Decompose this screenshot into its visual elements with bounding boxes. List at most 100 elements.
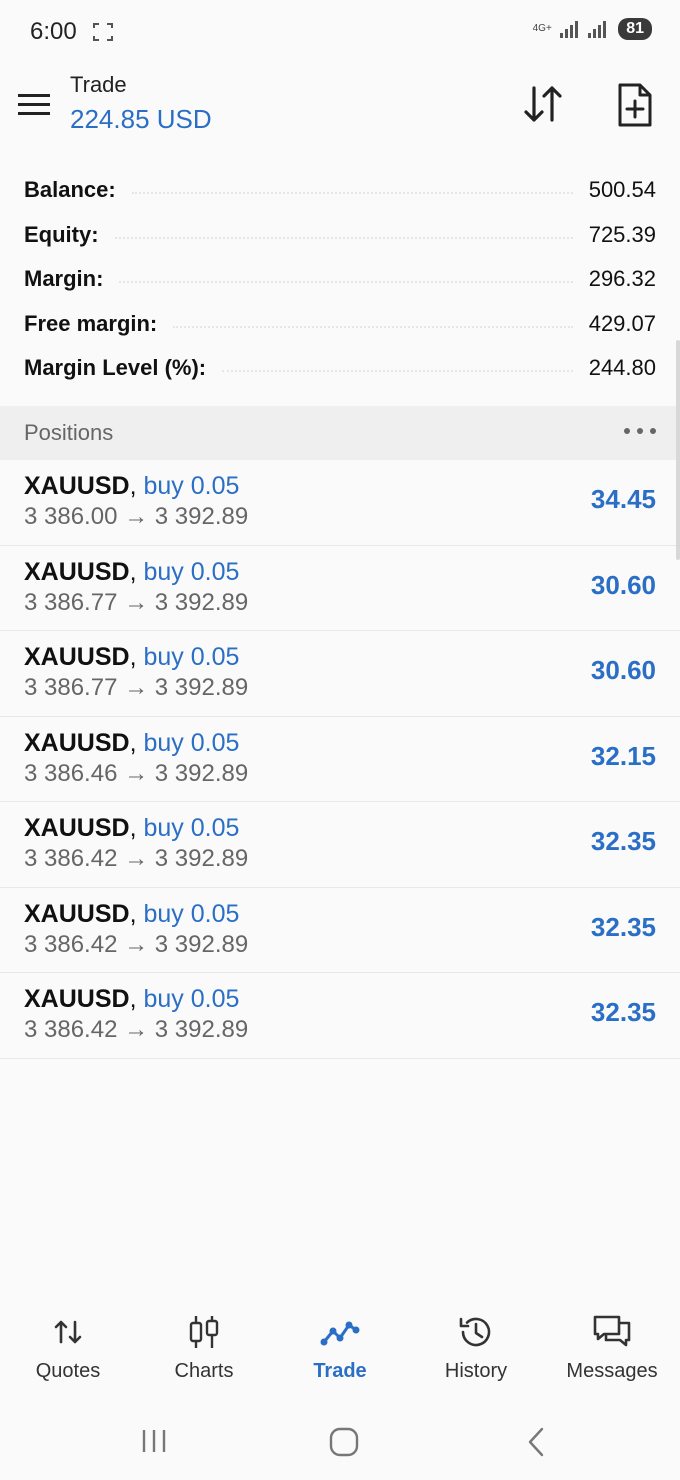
position-prices: 3 386.77 → 3 392.89 [24,588,249,616]
quotes-icon [54,1320,82,1344]
status-time: 6:00 [30,18,77,45]
positions-list: XAUUSD, buy 0.05 3 386.00 → 3 392.89 34.… [0,460,680,1059]
summary-row-margin-level: Margin Level (%): 244.80 [0,346,680,391]
position-side: buy 0.05 [143,643,240,671]
history-icon [459,1317,491,1347]
dotted-leader [173,325,573,328]
position-symbol: XAUUSD [24,557,130,586]
battery-indicator: 81 [618,18,652,40]
dotted-leader [114,236,573,239]
position-profit: 32.35 [590,826,656,856]
system-nav-bar [0,1410,680,1470]
summary-row-free-margin: Free margin: 429.07 [0,302,680,347]
position-row[interactable]: XAUUSD, buy 0.05 3 386.42 → 3 392.89 32.… [0,973,680,1059]
position-row[interactable]: XAUUSD, buy 0.05 3 386.77 → 3 392.89 30.… [0,631,680,717]
signal-icon [560,21,579,38]
nav-label: Messages [566,1360,658,1382]
account-summary: Balance: 500.54 Equity: 725.39 Margin: 2… [0,168,680,391]
messages-icon [593,1315,631,1347]
dotted-leader [131,192,573,195]
new-order-icon[interactable] [614,82,656,128]
signal-icon-2 [588,21,607,38]
separator: , [129,472,144,500]
separator: , [129,643,144,671]
position-side: buy 0.05 [143,557,240,586]
position-symbol: XAUUSD [24,814,130,842]
position-title: XAUUSD, buy 0.05 [24,900,239,929]
position-prices: 3 386.42 → 3 392.89 [24,1016,249,1043]
app-bar: Trade 224.85 USD [0,64,680,152]
position-side: buy 0.05 [143,814,240,842]
account-total: 224.85 USD [70,104,212,134]
summary-value: 296.32 [588,266,656,292]
home-icon[interactable] [328,1426,360,1458]
positions-title: Positions [24,420,114,445]
position-prices: 3 386.77 → 3 392.89 [24,674,249,701]
separator: , [129,985,144,1013]
network-type: 4G+ [532,23,552,34]
summary-value: 429.07 [588,310,656,336]
summary-label: Free margin: [24,310,158,336]
page-title: Trade [70,72,127,97]
recent-apps-icon[interactable] [140,1428,168,1454]
position-prices: 3 386.42 → 3 392.89 [24,930,249,958]
position-row[interactable]: XAUUSD, buy 0.05 3 386.77 → 3 392.89 30.… [0,546,680,631]
separator: , [129,814,144,842]
position-title: XAUUSD, buy 0.05 [24,985,239,1014]
scrollbar[interactable] [676,340,680,560]
status-bar: 6:00 4G+ 81 [0,0,680,64]
summary-label: Equity: [24,221,99,247]
summary-label: Margin: [24,266,104,292]
position-side: buy 0.05 [143,985,240,1013]
position-profit: 30.60 [590,655,656,685]
position-prices: 3 386.46 → 3 392.89 [24,759,249,787]
status-indicators: 4G+ 81 [532,18,652,40]
nav-item-trade[interactable]: Trade [272,1298,408,1398]
position-profit: 32.35 [590,911,656,942]
dotted-leader [119,281,573,284]
summary-label: Margin Level (%): [24,355,207,381]
position-prices: 3 386.42 → 3 392.89 [24,845,249,872]
bottom-nav: Quotes Charts Trade History Messages [0,1298,680,1398]
more-options-icon[interactable] [624,428,656,438]
nav-item-history[interactable]: History [408,1298,544,1398]
nav-label: Trade [313,1360,367,1382]
summary-value: 725.39 [588,221,656,247]
nav-item-quotes[interactable]: Quotes [0,1298,136,1398]
position-symbol: XAUUSD [24,985,130,1013]
position-title: XAUUSD, buy 0.05 [24,814,239,843]
position-profit: 32.35 [590,997,656,1027]
summary-value: 244.80 [588,355,656,381]
back-icon[interactable] [524,1426,548,1458]
position-side: buy 0.05 [143,728,240,757]
nav-item-charts[interactable]: Charts [136,1298,272,1398]
separator: , [129,557,144,586]
charts-icon [189,1316,219,1348]
position-symbol: XAUUSD [24,472,130,500]
nav-item-messages[interactable]: Messages [544,1298,680,1398]
position-row[interactable]: XAUUSD, buy 0.05 3 386.46 → 3 392.89 32.… [0,717,680,802]
dotted-leader [222,370,573,373]
summary-row-equity: Equity: 725.39 [0,213,680,258]
position-side: buy 0.05 [143,472,240,500]
nav-label: History [444,1360,508,1382]
nav-label: Quotes [35,1360,101,1382]
position-title: XAUUSD, buy 0.05 [24,472,239,501]
sort-icon[interactable] [520,82,566,126]
menu-icon[interactable] [16,90,52,120]
position-row[interactable]: XAUUSD, buy 0.05 3 386.00 → 3 392.89 34.… [0,460,680,546]
position-title: XAUUSD, buy 0.05 [24,729,239,758]
position-profit: 32.15 [590,740,656,771]
summary-value: 500.54 [588,177,656,203]
position-profit: 30.60 [590,569,656,600]
position-row[interactable]: XAUUSD, buy 0.05 3 386.42 → 3 392.89 32.… [0,888,680,973]
trade-icon [320,1321,360,1346]
summary-row-balance: Balance: 500.54 [0,168,680,213]
position-prices: 3 386.00 → 3 392.89 [24,503,249,530]
position-profit: 34.45 [590,484,656,514]
summary-label: Balance: [24,177,116,203]
position-row[interactable]: XAUUSD, buy 0.05 3 386.42 → 3 392.89 32.… [0,802,680,888]
positions-header: Positions [0,406,680,460]
position-side: buy 0.05 [143,899,240,928]
separator: , [129,728,144,757]
